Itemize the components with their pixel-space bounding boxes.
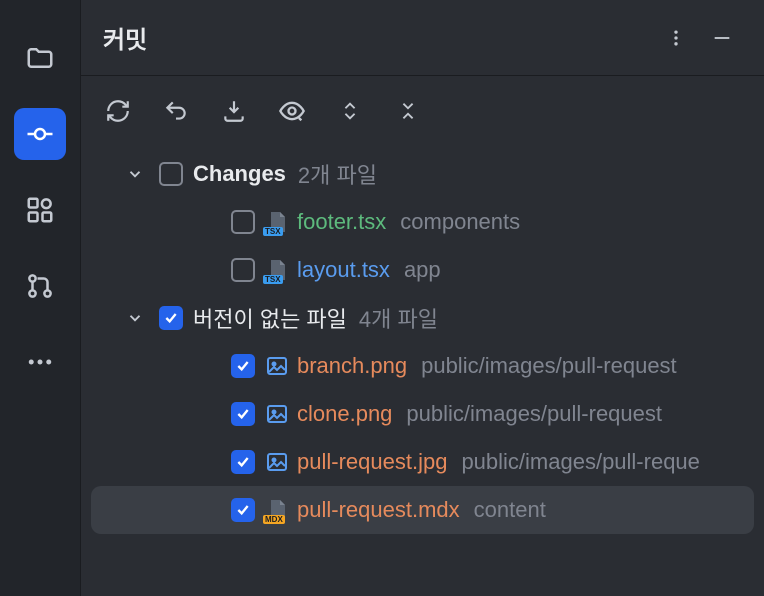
- more-vertical-icon: [666, 28, 686, 48]
- group-unversioned[interactable]: 버전이 없는 파일 4개 파일: [81, 294, 764, 342]
- file-path: app: [404, 257, 441, 283]
- changelist-button[interactable]: [393, 96, 423, 126]
- file-path: content: [474, 497, 546, 523]
- file-row[interactable]: clone.png public/images/pull-request: [81, 390, 764, 438]
- expand-collapse-icon: [339, 100, 361, 122]
- tsx-file-icon: TSX: [265, 258, 289, 282]
- activity-bar: [0, 0, 80, 596]
- checkbox[interactable]: [231, 258, 255, 282]
- file-name: pull-request.jpg: [297, 449, 447, 475]
- file-path: components: [400, 209, 520, 235]
- revert-button[interactable]: [161, 96, 191, 126]
- group-changes[interactable]: Changes 2개 파일: [81, 150, 764, 198]
- file-path: public/images/pull-reque: [461, 449, 699, 475]
- toolbar: [81, 76, 764, 146]
- group-label: Changes: [193, 161, 286, 187]
- activity-folder[interactable]: [14, 32, 66, 84]
- image-file-icon: [265, 354, 289, 378]
- tsx-file-icon: TSX: [265, 210, 289, 234]
- checkbox[interactable]: [231, 354, 255, 378]
- refresh-button[interactable]: [103, 96, 133, 126]
- checkbox[interactable]: [231, 450, 255, 474]
- panel-menu-button[interactable]: [662, 24, 690, 52]
- file-path: public/images/pull-request: [421, 353, 677, 379]
- collapse-icon: [397, 100, 419, 122]
- file-row[interactable]: pull-request.jpg public/images/pull-requ…: [81, 438, 764, 486]
- file-row[interactable]: TSX footer.tsx components: [81, 198, 764, 246]
- minimize-icon: [711, 27, 733, 49]
- file-row[interactable]: MDX pull-request.mdx content: [91, 486, 754, 534]
- file-name: footer.tsx: [297, 209, 386, 235]
- image-file-icon: [265, 402, 289, 426]
- checkbox[interactable]: [231, 402, 255, 426]
- file-path: public/images/pull-request: [406, 401, 662, 427]
- file-name: pull-request.mdx: [297, 497, 460, 523]
- activity-commit[interactable]: [14, 108, 66, 160]
- undo-icon: [163, 98, 189, 124]
- group-count: 4개 파일: [359, 302, 438, 334]
- checkbox[interactable]: [159, 306, 183, 330]
- chevron-down-icon: [123, 162, 147, 186]
- file-name: branch.png: [297, 353, 407, 379]
- shelve-button[interactable]: [219, 96, 249, 126]
- chevron-down-icon: [123, 306, 147, 330]
- file-name: layout.tsx: [297, 257, 390, 283]
- activity-structure[interactable]: [14, 184, 66, 236]
- activity-more[interactable]: [14, 336, 66, 388]
- preview-button[interactable]: [277, 96, 307, 126]
- activity-pull-request[interactable]: [14, 260, 66, 312]
- file-row[interactable]: branch.png public/images/pull-request: [81, 342, 764, 390]
- more-horizontal-icon: [25, 347, 55, 377]
- expand-button[interactable]: [335, 96, 365, 126]
- checkbox[interactable]: [231, 210, 255, 234]
- file-row[interactable]: TSX layout.tsx app: [81, 246, 764, 294]
- structure-icon: [25, 195, 55, 225]
- commit-panel: 커밋 C: [80, 0, 764, 596]
- group-label: 버전이 없는 파일: [193, 302, 347, 334]
- file-name: clone.png: [297, 401, 392, 427]
- panel-header: 커밋: [81, 0, 764, 76]
- changes-tree: Changes 2개 파일 TSX footer.tsx components …: [81, 146, 764, 596]
- checkbox[interactable]: [159, 162, 183, 186]
- refresh-icon: [105, 98, 131, 124]
- group-count: 2개 파일: [298, 158, 377, 190]
- checkbox[interactable]: [231, 498, 255, 522]
- eye-icon: [278, 97, 306, 125]
- mdx-file-icon: MDX: [265, 498, 289, 522]
- folder-icon: [25, 43, 55, 73]
- pull-request-icon: [25, 271, 55, 301]
- panel-title: 커밋: [103, 20, 644, 55]
- download-icon: [221, 98, 247, 124]
- image-file-icon: [265, 450, 289, 474]
- panel-minimize-button[interactable]: [708, 24, 736, 52]
- commit-icon: [25, 119, 55, 149]
